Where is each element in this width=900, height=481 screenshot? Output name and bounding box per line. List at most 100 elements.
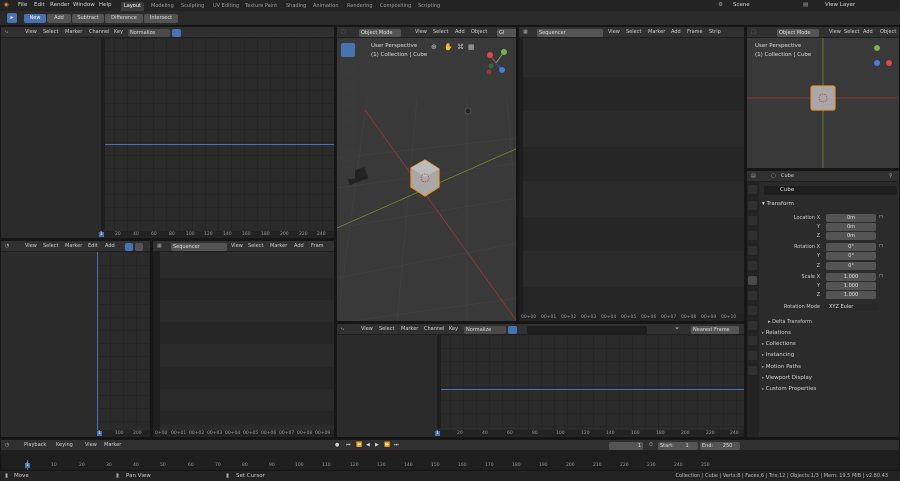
gizmo-neg-x-icon[interactable]: [486, 69, 492, 75]
rotate-tool-icon[interactable]: [341, 96, 355, 110]
lock-rotation-icon[interactable]: ⊓: [879, 243, 883, 249]
menu-add[interactable]: Add: [294, 243, 304, 249]
lock-location-icon[interactable]: ⊓: [879, 214, 883, 220]
menu-marker[interactable]: Marker: [65, 29, 82, 35]
transform-section-header[interactable]: ▾ Transform: [762, 201, 794, 207]
scale-z-field[interactable]: 1.000: [826, 291, 876, 299]
menu-marker[interactable]: Marker: [104, 442, 121, 448]
menu-key[interactable]: Key: [449, 326, 458, 332]
sequencer-channel-row[interactable]: [523, 77, 744, 111]
jump-end-button[interactable]: ⏭: [394, 442, 399, 448]
rotation-x-field[interactable]: 0°: [826, 243, 876, 251]
menu-view[interactable]: View: [829, 29, 841, 35]
pin-icon[interactable]: ⚲: [889, 173, 893, 179]
play-reverse-button[interactable]: ◀: [366, 442, 370, 448]
tab-texture-paint[interactable]: Texture Paint: [245, 2, 277, 11]
data-tab-icon[interactable]: [748, 351, 757, 360]
section-viewport-display[interactable]: Viewport Display: [762, 375, 812, 381]
menu-add[interactable]: Add: [863, 29, 873, 35]
cube-object[interactable]: [810, 85, 836, 111]
graph-frame-ruler[interactable]: 1 20 40 60 80 100 120 140 160 180 200 22…: [99, 231, 334, 238]
view-layer-tab-icon[interactable]: [748, 231, 757, 240]
view-layer-name[interactable]: View Layer: [825, 2, 855, 8]
light-object[interactable]: [464, 107, 472, 115]
menu-window[interactable]: Window: [73, 2, 95, 8]
editor-type-dropdown[interactable]: Sequencer: [171, 243, 227, 251]
move-tool-icon[interactable]: [341, 80, 355, 94]
tool-tab-icon[interactable]: [748, 185, 757, 194]
menu-view[interactable]: View: [608, 29, 620, 35]
render-tab-icon[interactable]: [748, 201, 757, 210]
annotate-tool-icon[interactable]: [341, 149, 355, 163]
editor-type-dropdown[interactable]: Sequencer: [537, 29, 603, 37]
editor-type-icon[interactable]: ⤷: [341, 326, 344, 332]
gizmo-neg-y-icon[interactable]: [488, 63, 494, 69]
menu-select[interactable]: Select: [43, 243, 58, 249]
menu-marker[interactable]: Marker: [65, 243, 82, 249]
sequencer-ruler[interactable]: 00+00 00+01 00+02 00+03 00+04 00+05 00+0…: [519, 314, 744, 321]
tab-sculpting[interactable]: Sculpting: [181, 2, 204, 11]
menu-select[interactable]: Select: [379, 326, 394, 332]
menu-marker[interactable]: Marker: [401, 326, 418, 332]
section-motion-paths[interactable]: Motion Paths: [762, 364, 801, 370]
rotation-z-field[interactable]: 0°: [826, 262, 876, 270]
scale-y-field[interactable]: 1.000: [826, 282, 876, 290]
menu-playback[interactable]: Playback: [24, 442, 46, 448]
menu-select[interactable]: Select: [248, 243, 263, 249]
snap-icon[interactable]: [135, 243, 143, 251]
menu-view[interactable]: View: [361, 326, 373, 332]
zoom-icon[interactable]: ⊕: [431, 43, 437, 51]
menu-view[interactable]: View: [85, 442, 97, 448]
preview-range-icon[interactable]: ⏱: [649, 442, 653, 448]
editor-type-icon[interactable]: ⬚: [751, 29, 756, 35]
object-mode-dropdown[interactable]: Object Mode: [777, 29, 819, 37]
gizmo-x-icon[interactable]: [487, 52, 493, 58]
gizmo-z-icon[interactable]: [874, 60, 880, 66]
sequencer-channel-row[interactable]: [160, 367, 334, 389]
record-button[interactable]: ●: [335, 442, 339, 448]
section-collections[interactable]: Collections: [762, 341, 796, 347]
scale-tool-icon[interactable]: [341, 112, 355, 126]
constraints-tab-icon[interactable]: [748, 336, 757, 345]
section-instancing[interactable]: Instancing: [762, 352, 795, 358]
tab-scripting[interactable]: Scripting: [418, 2, 440, 11]
menu-select[interactable]: Select: [433, 29, 448, 35]
section-relations[interactable]: Relations: [762, 330, 791, 336]
current-frame-marker[interactable]: 1: [435, 431, 440, 436]
sequencer-channel-row[interactable]: [160, 411, 334, 425]
gizmo-x-icon[interactable]: [886, 60, 892, 66]
viewport-canvas[interactable]: [337, 38, 517, 322]
editor-type-icon[interactable]: ⤷: [5, 29, 8, 35]
play-button[interactable]: ▶: [375, 442, 379, 448]
lock-scale-icon[interactable]: ⊓: [879, 273, 883, 279]
current-frame-marker[interactable]: 1: [97, 431, 102, 436]
start-frame-field[interactable]: Start: 1: [658, 442, 698, 450]
location-x-field[interactable]: 0m: [826, 214, 876, 222]
editor-type-icon[interactable]: ⬚: [341, 29, 346, 35]
editor-type-icon[interactable]: ◔: [5, 243, 9, 249]
mode-add-button[interactable]: Add: [47, 14, 71, 23]
menu-add[interactable]: Add: [105, 243, 115, 249]
snap-mode-dropdown[interactable]: Nearest Frame: [691, 326, 739, 334]
menu-edit[interactable]: Edit: [88, 243, 98, 249]
jump-start-button[interactable]: ⏮: [346, 442, 351, 448]
location-y-field[interactable]: 0m: [826, 223, 876, 231]
sequencer-channel-row[interactable]: [523, 217, 744, 251]
menu-render[interactable]: Render: [50, 2, 70, 8]
filter-icon[interactable]: [125, 243, 133, 251]
menu-add[interactable]: Add: [671, 29, 681, 35]
editor-type-icon[interactable]: ▦: [523, 29, 528, 35]
delta-transform-section[interactable]: ▸ Delta Transform: [768, 319, 812, 325]
world-tab-icon[interactable]: [748, 261, 757, 270]
editor-type-icon[interactable]: ▦: [157, 243, 162, 249]
modifier-tab-icon[interactable]: [748, 291, 757, 300]
normalize-toggle[interactable]: Normalize: [464, 326, 506, 334]
measure-tool-icon[interactable]: [341, 165, 355, 179]
filter-icon[interactable]: ⏷: [675, 326, 679, 332]
scene-name[interactable]: Scene: [733, 2, 750, 8]
sequencer-channel-row[interactable]: [160, 278, 334, 300]
dope-frame-ruler[interactable]: 1 100 200: [97, 430, 150, 437]
menu-frame[interactable]: Fram: [311, 243, 324, 249]
mode-new-button[interactable]: New: [24, 14, 46, 23]
gizmo-y-icon[interactable]: [501, 49, 507, 55]
